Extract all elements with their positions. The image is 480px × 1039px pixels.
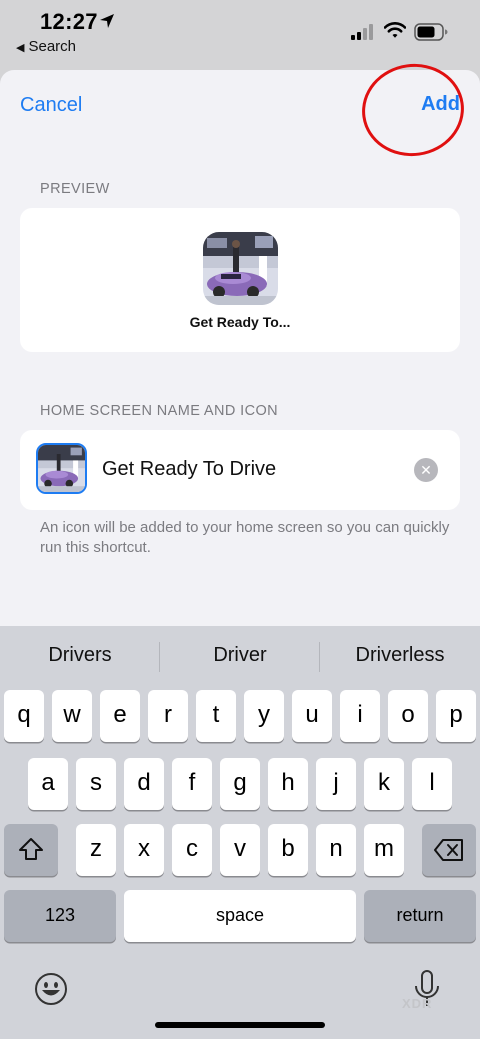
watermark: XDR — [402, 996, 433, 1011]
predictive-suggestions-bar: Drivers Driver Driverless — [0, 626, 480, 686]
battery-icon — [414, 23, 448, 41]
key-w[interactable]: w — [52, 690, 92, 742]
suggestion-item[interactable]: Driver — [160, 644, 320, 667]
shortcut-name-field[interactable]: Get Ready To Drive — [102, 458, 276, 481]
key-u[interactable]: u — [292, 690, 332, 742]
emoji-icon[interactable] — [34, 972, 68, 1006]
key-f[interactable]: f — [172, 758, 212, 810]
numbers-key[interactable]: 123 — [4, 890, 116, 942]
shortcut-icon-picker[interactable] — [36, 443, 87, 494]
key-s[interactable]: s — [76, 758, 116, 810]
wifi-icon — [384, 22, 406, 38]
clear-text-icon[interactable]: ✕ — [414, 458, 438, 482]
backspace-icon — [434, 839, 463, 861]
key-m[interactable]: m — [364, 824, 404, 876]
key-v[interactable]: v — [220, 824, 260, 876]
shortcut-preview-icon — [203, 232, 278, 305]
key-g[interactable]: g — [220, 758, 260, 810]
key-l[interactable]: l — [412, 758, 452, 810]
shift-key[interactable] — [4, 824, 58, 876]
keyboard: Drivers Driver Driverless q w e r t y u … — [0, 626, 480, 1039]
key-b[interactable]: b — [268, 824, 308, 876]
back-link-label: Search — [28, 38, 76, 55]
key-t[interactable]: t — [196, 690, 236, 742]
key-e[interactable]: e — [100, 690, 140, 742]
home-indicator[interactable] — [155, 1022, 325, 1028]
cellular-signal-icon — [351, 24, 373, 40]
suggestion-item[interactable]: Drivers — [0, 644, 160, 667]
preview-shortcut-name: Get Ready To... — [189, 314, 291, 330]
annotation-circle — [356, 57, 470, 163]
add-to-home-screen-sheet: Cancel Add PREVIEW Get Ready To... HOME … — [0, 57, 480, 630]
key-k[interactable]: k — [364, 758, 404, 810]
status-bar: 12:27 ◀ Search — [0, 0, 480, 66]
preview-card: Get Ready To... — [20, 208, 460, 352]
key-i[interactable]: i — [340, 690, 380, 742]
key-x[interactable]: x — [124, 824, 164, 876]
cancel-button[interactable]: Cancel — [20, 94, 82, 117]
clock: 12:27 — [40, 9, 98, 34]
name-and-icon-row: Get Ready To Drive ✕ — [20, 430, 460, 510]
location-arrow-icon — [100, 14, 114, 28]
key-q[interactable]: q — [4, 690, 44, 742]
key-c[interactable]: c — [172, 824, 212, 876]
suggestion-item[interactable]: Driverless — [320, 644, 480, 667]
back-to-search-link[interactable]: ◀ Search — [16, 38, 76, 55]
delete-key[interactable] — [422, 824, 476, 876]
back-triangle-icon: ◀ — [16, 42, 25, 54]
key-d[interactable]: d — [124, 758, 164, 810]
key-a[interactable]: a — [28, 758, 68, 810]
name-and-icon-section-label: HOME SCREEN NAME AND ICON — [40, 403, 278, 419]
key-r[interactable]: r — [148, 690, 188, 742]
key-j[interactable]: j — [316, 758, 356, 810]
helper-text: An icon will be added to your home scree… — [40, 519, 450, 556]
key-y[interactable]: y — [244, 690, 284, 742]
shift-arrow-icon — [19, 838, 43, 860]
preview-section-label: PREVIEW — [40, 181, 110, 197]
key-z[interactable]: z — [76, 824, 116, 876]
key-h[interactable]: h — [268, 758, 308, 810]
key-o[interactable]: o — [388, 690, 428, 742]
space-key[interactable]: space — [124, 890, 356, 942]
key-n[interactable]: n — [316, 824, 356, 876]
key-p[interactable]: p — [436, 690, 476, 742]
return-key[interactable]: return — [364, 890, 476, 942]
